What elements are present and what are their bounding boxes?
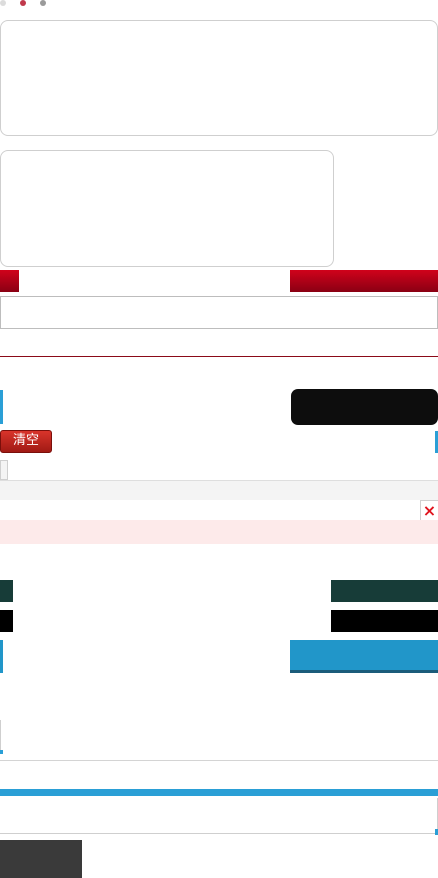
- secondary-input-marker: [0, 720, 3, 754]
- divider-red: [0, 356, 438, 357]
- content-panel-medium: [0, 150, 334, 267]
- window-close-icon[interactable]: [0, 0, 6, 6]
- close-icon[interactable]: ×: [420, 500, 438, 520]
- window-maximize-icon[interactable]: [40, 0, 46, 6]
- red-tab-left[interactable]: [0, 270, 19, 292]
- blue-tab-left[interactable]: [0, 640, 3, 673]
- text-area[interactable]: [0, 798, 438, 834]
- info-bar: [0, 480, 438, 500]
- divider-gray: [0, 760, 438, 761]
- red-tab-right[interactable]: [290, 270, 438, 292]
- window-minimize-icon[interactable]: [20, 0, 26, 6]
- accent-marker: [0, 390, 3, 424]
- text-input[interactable]: [0, 296, 438, 329]
- teal-tab-left[interactable]: [0, 580, 13, 602]
- scroll-handle[interactable]: [0, 460, 8, 480]
- dark-block[interactable]: [0, 840, 82, 878]
- black-tab-left[interactable]: [0, 610, 13, 632]
- content-panel-large: [0, 20, 438, 136]
- clear-button[interactable]: 清空: [0, 430, 52, 453]
- error-banner: [0, 520, 438, 544]
- progress-bar: [0, 789, 438, 796]
- secondary-input-marker-blue: [0, 750, 3, 754]
- teal-tab-right[interactable]: [331, 580, 438, 602]
- black-tab-right[interactable]: [331, 610, 438, 632]
- blue-tab-right[interactable]: [290, 640, 438, 673]
- black-action-button[interactable]: [291, 389, 438, 425]
